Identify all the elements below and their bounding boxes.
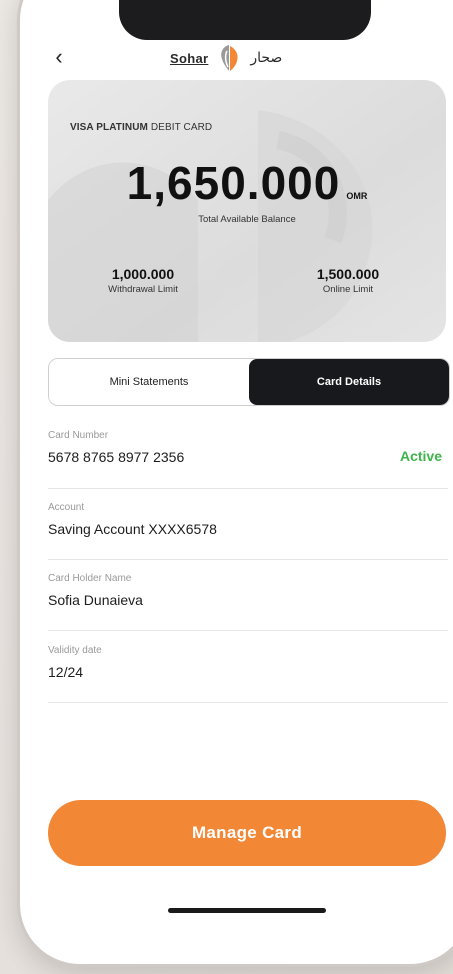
card-type-kind: DEBIT CARD xyxy=(150,122,213,133)
tab-bar: Mini Statements Card Details xyxy=(48,358,450,406)
validity-value: 12/24 xyxy=(48,664,84,680)
sohar-logo: Sohar صحار xyxy=(170,40,310,76)
sohar-logo-icon xyxy=(221,45,238,71)
tab-card-details[interactable]: Card Details xyxy=(249,359,449,405)
tab-mini-statements[interactable]: Mini Statements xyxy=(49,359,249,405)
logo-text-en: Sohar xyxy=(170,50,209,66)
withdrawal-limit-label: Withdrawal Limit xyxy=(108,284,178,295)
card-number-value: 5678 8765 8977 2356 xyxy=(48,449,185,465)
card-type-brand: VISA PLATINUM xyxy=(70,122,148,133)
card-details-screen: ‹ Sohar صحار VISA PLATINUM DEBIT CARD 1,… xyxy=(20,0,453,964)
account-label: Account xyxy=(48,502,85,513)
home-indicator xyxy=(168,908,326,913)
card-type: VISA PLATINUM DEBIT CARD xyxy=(70,122,212,133)
online-limit-label: Online Limit xyxy=(322,284,374,295)
validity-row: Validity date 12/24 xyxy=(48,645,448,703)
manage-card-button[interactable]: Manage Card xyxy=(48,800,446,866)
card-holder-value: Sofia Dunaieva xyxy=(48,592,143,608)
online-limit-value: 1,500.000 xyxy=(316,266,380,282)
card-decoration xyxy=(48,110,373,342)
balance-label: Total Available Balance xyxy=(198,214,296,225)
debit-card: VISA PLATINUM DEBIT CARD 1,650.000 OMR To… xyxy=(48,80,446,342)
card-status-badge: Active xyxy=(399,448,442,464)
account-row: Account Saving Account XXXX6578 xyxy=(48,502,448,560)
account-value: Saving Account XXXX6578 xyxy=(48,521,217,537)
balance-amount: 1,650.000 xyxy=(126,157,341,209)
card-number-label: Card Number xyxy=(48,430,109,441)
validity-label: Validity date xyxy=(48,645,102,656)
logo-text-ar: صحار xyxy=(250,50,283,66)
chevron-left-icon: ‹ xyxy=(55,44,63,69)
balance: 1,650.000 OMR xyxy=(48,156,446,210)
balance-currency: OMR xyxy=(346,191,368,201)
card-holder-row: Card Holder Name Sofia Dunaieva xyxy=(48,573,448,631)
withdrawal-limit: 1,000.000 Withdrawal Limit xyxy=(78,266,208,295)
card-holder-label: Card Holder Name xyxy=(48,573,132,584)
back-button[interactable]: ‹ xyxy=(46,44,72,70)
card-number-row: Card Number 5678 8765 8977 2356 Active xyxy=(48,430,448,489)
withdrawal-limit-value: 1,000.000 xyxy=(111,266,175,282)
background: ‹ Sohar صحار VISA PLATINUM DEBIT CARD 1,… xyxy=(0,0,453,974)
phone-frame: ‹ Sohar صحار VISA PLATINUM DEBIT CARD 1,… xyxy=(20,0,453,964)
online-limit: 1,500.000 Online Limit xyxy=(283,266,413,295)
